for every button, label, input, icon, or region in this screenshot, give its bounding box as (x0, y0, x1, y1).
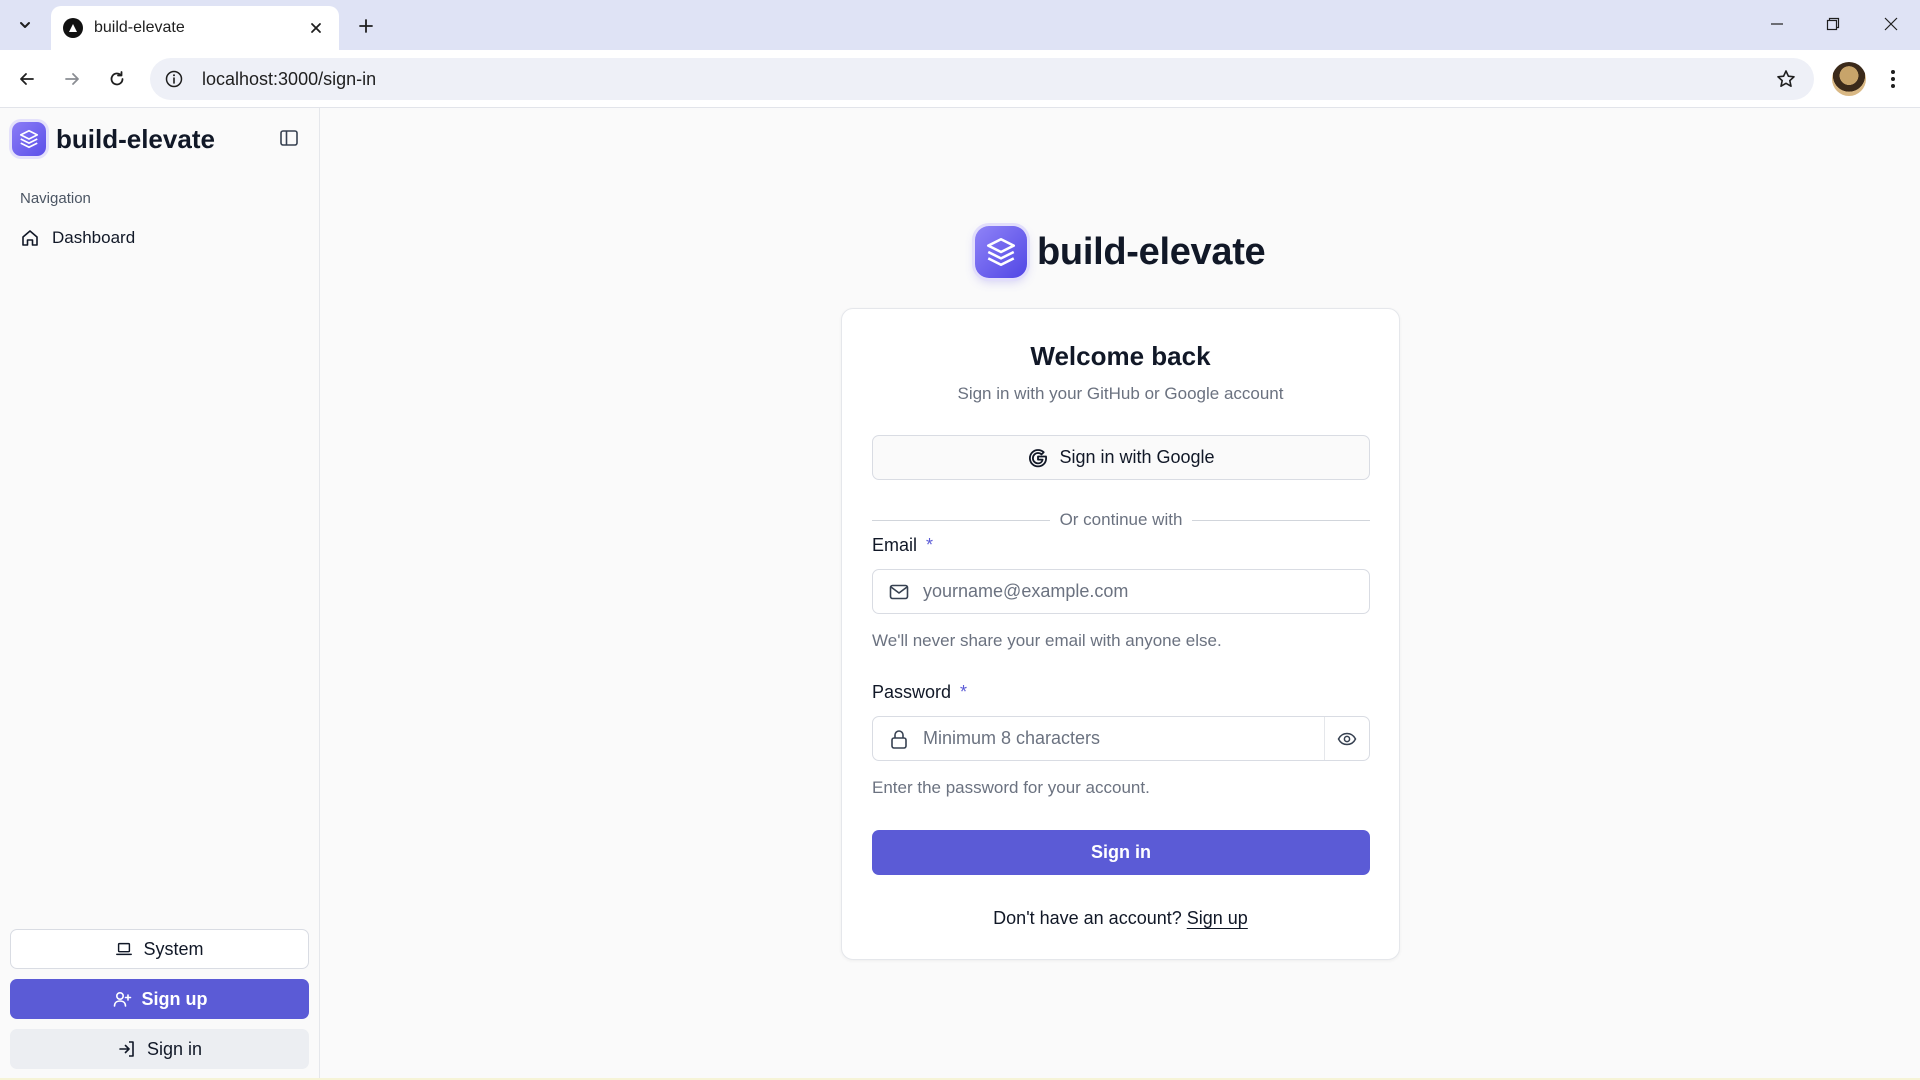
url-text: localhost:3000/sign-in (202, 68, 377, 89)
back-button[interactable] (10, 62, 44, 96)
layers-logo-icon (975, 226, 1027, 278)
card-title: Welcome back (1030, 341, 1211, 371)
google-signin-button[interactable]: Sign in with Google (872, 435, 1370, 480)
tab-title: build-elevate (94, 19, 185, 36)
browser-tab[interactable]: build-elevate (51, 6, 339, 50)
minimize-button[interactable] (1754, 6, 1800, 42)
arrow-right-icon (65, 73, 79, 85)
divider-line (1192, 519, 1370, 521)
email-hint: We'll never share your email with anyone… (872, 631, 1222, 650)
bookmark-star-icon[interactable] (1774, 67, 1798, 91)
password-hint: Enter the password for your account. (872, 778, 1150, 797)
more-vertical-icon (1891, 70, 1895, 88)
divider-text: Or continue with (1059, 510, 1183, 529)
sidebar-signup-button[interactable]: Sign up (10, 979, 309, 1019)
log-in-icon (119, 1041, 134, 1057)
password-field[interactable] (872, 716, 1370, 761)
google-icon (1029, 448, 1048, 467)
theme-system-button[interactable]: System (10, 929, 309, 969)
chevron-down-icon (20, 22, 30, 28)
password-label: Password * (872, 682, 967, 703)
signup-prompt-text: Don't have an account? (993, 908, 1182, 928)
browser-menu-button[interactable] (1878, 62, 1908, 96)
email-input[interactable] (923, 581, 1369, 602)
sidebar-signup-label: Sign up (141, 988, 208, 1009)
signup-prompt: Don't have an account? Sign up (842, 908, 1399, 929)
email-label-text: Email (872, 535, 918, 555)
sidebar-signin-label: Sign in (146, 1038, 203, 1059)
email-field[interactable] (872, 569, 1370, 614)
signin-submit-button[interactable]: Sign in (872, 830, 1370, 875)
browser-tabstrip: build-elevate (0, 0, 1920, 50)
home-icon (22, 230, 38, 246)
hero-brand: build-elevate (975, 226, 1266, 278)
nav-caption: Navigation (20, 190, 91, 207)
sidebar-item-label: Dashboard (52, 228, 136, 247)
sidebar-brand[interactable]: build-elevate (12, 122, 215, 156)
required-mark: * (926, 535, 934, 555)
minimize-icon (1771, 23, 1783, 25)
toggle-password-visibility-button[interactable] (1324, 717, 1369, 760)
required-mark: * (960, 682, 968, 702)
site-info-icon[interactable] (162, 67, 186, 91)
tab-search-button[interactable] (9, 10, 41, 40)
tab-close-button[interactable] (305, 17, 327, 39)
layers-logo-icon (12, 122, 46, 156)
reload-icon (110, 71, 124, 86)
password-label-text: Password (872, 682, 952, 702)
mail-icon (887, 580, 911, 604)
or-divider: Or continue with (872, 509, 1370, 531)
browser-toolbar: localhost:3000/sign-in (0, 50, 1920, 108)
sidebar-toggle-button[interactable] (278, 127, 300, 149)
new-tab-button[interactable] (352, 12, 380, 40)
user-plus-icon (113, 991, 131, 1007)
eye-icon (1337, 732, 1357, 745)
email-label: Email * (872, 535, 933, 556)
sidebar-signin-button[interactable]: Sign in (10, 1029, 309, 1069)
sidebar-brand-name: build-elevate (56, 123, 215, 154)
close-icon (311, 23, 321, 33)
close-icon (1884, 17, 1898, 31)
close-window-button[interactable] (1868, 6, 1914, 42)
google-signin-label: Sign in with Google (1059, 447, 1215, 467)
plus-icon (359, 19, 373, 33)
forward-button[interactable] (55, 62, 89, 96)
password-input[interactable] (923, 728, 1324, 749)
divider-line (872, 519, 1050, 521)
panel-left-icon (280, 130, 298, 146)
theme-system-label: System (143, 938, 204, 959)
sidebar-item-dashboard[interactable]: Dashboard (12, 220, 308, 256)
favicon-icon (63, 18, 83, 38)
hero-brand-name: build-elevate (1037, 230, 1266, 273)
card-subtitle: Sign in with your GitHub or Google accou… (957, 384, 1284, 403)
signup-link[interactable]: Sign up (1187, 908, 1248, 928)
lock-icon (887, 727, 911, 751)
restore-button[interactable] (1810, 6, 1856, 42)
reload-button[interactable] (100, 62, 134, 96)
profile-avatar[interactable] (1832, 62, 1866, 96)
address-bar[interactable]: localhost:3000/sign-in (150, 58, 1814, 100)
restore-icon (1826, 17, 1840, 31)
laptop-icon (116, 942, 133, 956)
sidebar: build-elevate Navigation Dashboard Syste… (0, 108, 320, 1078)
arrow-left-icon (20, 73, 34, 85)
signin-card: Welcome back Sign in with your GitHub or… (841, 308, 1400, 960)
